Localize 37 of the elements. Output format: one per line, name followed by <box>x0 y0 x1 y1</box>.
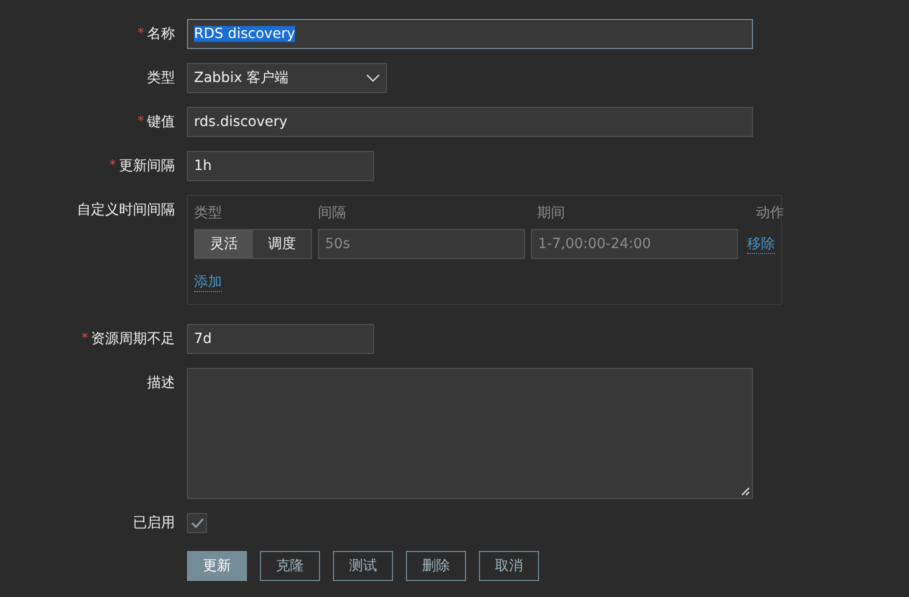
column-header: 类型 <box>194 204 223 222</box>
field-label: 自定义时间间隔 <box>77 201 175 220</box>
form-button[interactable]: 取消 <box>479 551 539 581</box>
text-field[interactable]: 1h <box>187 151 374 181</box>
column-header: 期间 <box>537 204 566 222</box>
type-toggle[interactable]: 调度 <box>253 230 311 258</box>
form-button[interactable]: 克隆 <box>260 551 320 581</box>
text-field[interactable]: 7d <box>187 324 374 354</box>
text-field[interactable]: RDS discovery <box>187 19 753 49</box>
checkbox[interactable] <box>187 513 207 533</box>
resize-grip-icon[interactable] <box>741 487 750 496</box>
field-label: 类型 <box>147 69 175 88</box>
type-dropdown[interactable]: Zabbix 客户端 <box>187 63 387 93</box>
required-mark: * <box>138 25 144 43</box>
type-toggle[interactable]: 灵活 <box>195 230 253 258</box>
checkmark-icon <box>190 518 204 528</box>
period-field[interactable]: 1-7,00:00-24:00 <box>531 229 738 259</box>
field-label: 资源周期不足 <box>91 330 175 349</box>
field-label: 更新间隔 <box>119 157 175 176</box>
field-label: 已启用 <box>133 514 175 533</box>
interval-field[interactable]: 50s <box>318 229 525 259</box>
column-header: 间隔 <box>318 204 347 222</box>
chevron-down-icon <box>366 74 380 82</box>
add-link[interactable]: 添加 <box>194 273 222 292</box>
description-field[interactable] <box>187 368 753 499</box>
required-mark: * <box>110 157 116 175</box>
column-header: 动作 <box>756 204 784 222</box>
required-mark: * <box>138 113 144 131</box>
form-button[interactable]: 测试 <box>333 551 393 581</box>
field-label: 描述 <box>147 374 175 393</box>
form-button[interactable]: 更新 <box>187 551 247 581</box>
field-label: 键值 <box>147 113 175 132</box>
text-field[interactable]: rds.discovery <box>187 107 753 137</box>
form-button[interactable]: 删除 <box>406 551 466 581</box>
remove-link[interactable]: 移除 <box>747 234 775 254</box>
required-mark: * <box>82 330 88 348</box>
field-label: 名称 <box>147 25 175 44</box>
